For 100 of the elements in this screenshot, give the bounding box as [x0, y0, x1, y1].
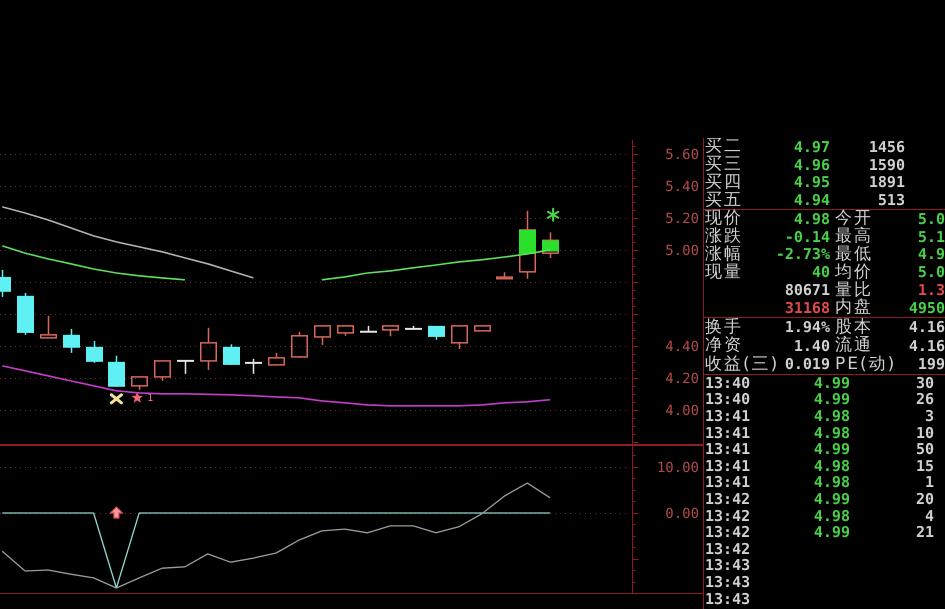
axis-label: 4.20 [665, 370, 699, 387]
candlestick [360, 326, 377, 333]
trade-price: 4.98 [814, 424, 850, 441]
axis-label: 5.60 [665, 147, 699, 163]
candlestick [474, 325, 491, 332]
stat-value: 4.16 [908, 319, 945, 336]
candlestick [382, 325, 399, 336]
stat-label: 涨跌 [704, 228, 743, 246]
trade-time: 13:42 [704, 491, 750, 508]
bid-volume: 1590 [868, 156, 905, 173]
stat-label: PE(动) [834, 356, 896, 373]
candlestick [405, 326, 422, 330]
trade-price: 4.98 [814, 474, 850, 490]
trade-time: 13:42 [704, 508, 750, 524]
candlestick [131, 376, 148, 390]
stat-label: 量比 [834, 282, 873, 299]
candlestick [177, 360, 194, 374]
stat-label: 现价 [704, 210, 743, 228]
trade-price: 4.99 [814, 491, 850, 508]
trade-time: 13:40 [704, 391, 750, 408]
stat-label: 收益(三) [704, 356, 780, 373]
stat-value: 4.16 [908, 338, 945, 354]
stat-label: 净资 [704, 337, 743, 354]
candlestick [17, 292, 34, 335]
stat-value: 31168 [784, 300, 830, 316]
stat-value: 1.40 [794, 338, 830, 354]
trade-volume: 4 [924, 508, 934, 524]
bid-volume: 1891 [868, 174, 905, 190]
stat-label: 现量 [704, 264, 743, 281]
trade-volume: 30 [916, 374, 934, 391]
candlestick [337, 325, 354, 336]
trade-volume: 15 [916, 458, 934, 474]
up-arrow-icon [108, 506, 124, 519]
candlestick [268, 352, 285, 366]
trade-time: 13:43 [704, 574, 750, 590]
trade-time: 13:41 [704, 474, 750, 490]
axis-label: 0.00 [665, 506, 699, 522]
trade-volume: 10 [916, 424, 934, 441]
stat-value: 5.0 [918, 210, 945, 227]
stat-value: 80671 [784, 282, 830, 298]
trade-price: 4.99 [814, 391, 850, 408]
stat-value: 5.0 [918, 264, 945, 280]
candlestick [223, 344, 240, 365]
trade-volume: 26 [916, 391, 934, 408]
stat-label: 最低 [834, 246, 873, 263]
stat-value: 4.9 [918, 246, 945, 262]
candlestick [519, 210, 536, 279]
axis-label: 10.00 [656, 460, 699, 476]
trade-price: 4.99 [814, 524, 850, 540]
bid-label: 买五 [704, 192, 743, 209]
candlestick [542, 232, 559, 258]
stat-label: 股本 [834, 318, 873, 336]
marker-label: 1 [147, 392, 154, 404]
trade-price: 4.99 [814, 441, 850, 458]
bid-volume: 513 [878, 192, 905, 208]
bid-price: 4.97 [794, 138, 830, 155]
candlestick [496, 272, 513, 280]
trade-time: 13:41 [704, 441, 750, 458]
candlestick [154, 360, 171, 381]
candlestick [314, 325, 331, 345]
trade-time: 13:41 [704, 408, 750, 424]
stat-value: 0.019 [784, 356, 830, 372]
axis-label: 4.40 [665, 338, 699, 355]
trade-time: 13:43 [704, 590, 750, 607]
bid-volume: 1456 [868, 138, 905, 155]
candlestick [63, 328, 80, 353]
stat-value: 1.94% [784, 319, 830, 336]
axis-label: 5.00 [665, 242, 699, 259]
trade-price: 4.98 [814, 508, 850, 524]
candlestick [428, 326, 445, 340]
trade-volume: 50 [916, 441, 934, 458]
stat-value: 4950 [908, 300, 945, 316]
bid-label: 买二 [704, 138, 743, 156]
stat-value: -0.14 [784, 228, 830, 245]
star-marker-icon [132, 392, 143, 403]
bid-label: 买四 [704, 174, 743, 191]
trade-time: 13:42 [704, 540, 750, 557]
bid-price: 4.95 [794, 174, 830, 190]
axis-label: 5.20 [665, 210, 699, 227]
stat-label: 今开 [834, 210, 873, 228]
trade-price: 4.98 [814, 458, 850, 474]
stat-value: 4.98 [794, 210, 830, 227]
stat-value: 40 [812, 264, 830, 280]
trade-time: 13:41 [704, 424, 750, 441]
trade-volume: 20 [916, 491, 934, 508]
candlestick [291, 332, 308, 358]
stat-label: 均价 [834, 264, 873, 281]
candlestick [86, 340, 103, 363]
stat-label: 内盘 [834, 299, 873, 316]
cross-marker-icon [110, 393, 123, 404]
candlestick [40, 316, 57, 339]
bid-label: 买三 [704, 156, 743, 174]
trade-time: 13:42 [704, 524, 750, 540]
bid-price: 4.94 [794, 192, 830, 208]
stat-value: 199 [918, 356, 945, 372]
trade-time: 13:41 [704, 458, 750, 474]
stat-label: 最高 [834, 228, 873, 246]
asterisk-icon [546, 208, 560, 222]
trade-time: 13:40 [704, 374, 750, 391]
trade-volume: 1 [924, 474, 934, 490]
